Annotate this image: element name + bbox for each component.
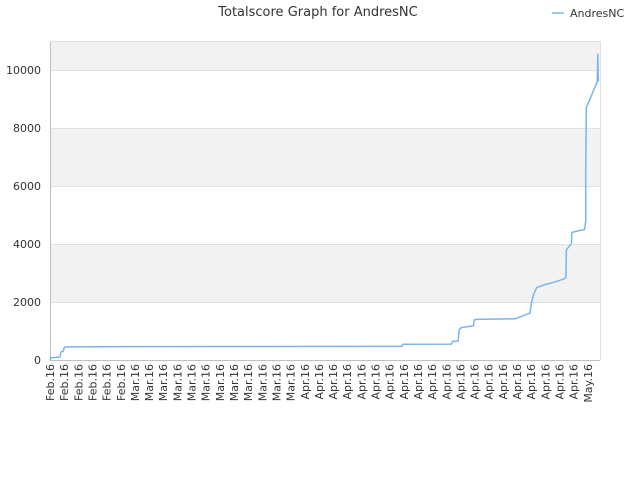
x-tick-label: Mar.16 xyxy=(214,364,227,401)
x-tick-label: Apr.16 xyxy=(327,364,340,400)
x-tick-label: Apr.16 xyxy=(313,364,326,400)
x-tick-label: Mar.16 xyxy=(186,364,199,401)
x-tick-label: Apr.16 xyxy=(384,364,397,400)
x-tick-label: Apr.16 xyxy=(568,364,581,400)
x-tick-label: Apr.16 xyxy=(554,364,567,400)
x-tick-label: Feb.16 xyxy=(101,364,114,401)
x-tick-label: Mar.16 xyxy=(285,364,298,401)
x-tick-label: Apr.16 xyxy=(355,364,368,400)
x-tick-label: Feb.16 xyxy=(72,364,85,401)
legend-label-andresnc: AndresNC xyxy=(570,7,624,20)
x-tick-label: Apr.16 xyxy=(497,364,510,400)
x-tick-label: Apr.16 xyxy=(469,364,482,400)
x-tick-label: Mar.16 xyxy=(129,364,142,401)
y-tick-label: 8000 xyxy=(13,122,41,135)
grid-lines xyxy=(50,70,600,361)
x-tick-label: Apr.16 xyxy=(440,364,453,400)
x-tick-label: Apr.16 xyxy=(370,364,383,400)
totalscore-chart: 0200040006000800010000 Feb.16 Feb.16 Feb.1… xyxy=(6,5,624,403)
x-tick-label: Feb.16 xyxy=(86,364,99,401)
plot-band xyxy=(50,41,600,70)
x-tick-label: Apr.16 xyxy=(483,364,496,400)
x-tick-label: Feb.16 xyxy=(58,364,71,401)
chart-title: Totalscore Graph for AndresNC xyxy=(217,5,417,20)
axes xyxy=(50,41,601,361)
plot-bands xyxy=(50,41,600,302)
x-tick-label: Mar.16 xyxy=(157,364,170,401)
x-tick-label: Feb.16 xyxy=(115,364,128,401)
plot-band xyxy=(50,244,600,302)
x-tick-label: Apr.16 xyxy=(398,364,411,400)
x-tick-label: Mar.16 xyxy=(200,364,213,401)
x-tick-label: Apr.16 xyxy=(539,364,552,400)
plot-band xyxy=(50,128,600,186)
x-tick-label: Apr.16 xyxy=(299,364,312,400)
x-tick-label: Apr.16 xyxy=(511,364,524,400)
legend[interactable]: AndresNC xyxy=(552,7,624,20)
x-tick-label: May.16 xyxy=(582,364,595,403)
y-tick-label: 6000 xyxy=(13,180,41,193)
x-tick-label: Mar.16 xyxy=(270,364,283,401)
series-line-andresnc xyxy=(49,53,600,361)
x-tick-label: Mar.16 xyxy=(256,364,269,401)
x-tick-label: Mar.16 xyxy=(143,364,156,401)
x-tick-label: Apr.16 xyxy=(341,364,354,400)
x-tick-label: Apr.16 xyxy=(454,364,467,400)
series-layer xyxy=(49,53,600,361)
x-tick-label: Mar.16 xyxy=(171,364,184,401)
x-tick-label: Apr.16 xyxy=(525,364,538,400)
x-tick-label: Mar.16 xyxy=(242,364,255,401)
y-axis-ticks: 0 2000 4000 6000 8000 10000 xyxy=(6,64,41,367)
x-axis-ticks: Feb.16 Feb.16 Feb.16 Feb.16 Feb.16 Feb.16 Mar.… xyxy=(44,364,595,403)
x-tick-label: Apr.16 xyxy=(426,364,439,400)
y-tick-label: 0 xyxy=(34,354,41,367)
x-tick-label: Mar.16 xyxy=(228,364,241,401)
x-tick-label: Feb.16 xyxy=(44,364,57,401)
y-tick-label: 2000 xyxy=(13,296,41,309)
y-tick-label: 10000 xyxy=(6,64,41,77)
y-tick-label: 4000 xyxy=(13,238,41,251)
x-tick-label: Apr.16 xyxy=(412,364,425,400)
